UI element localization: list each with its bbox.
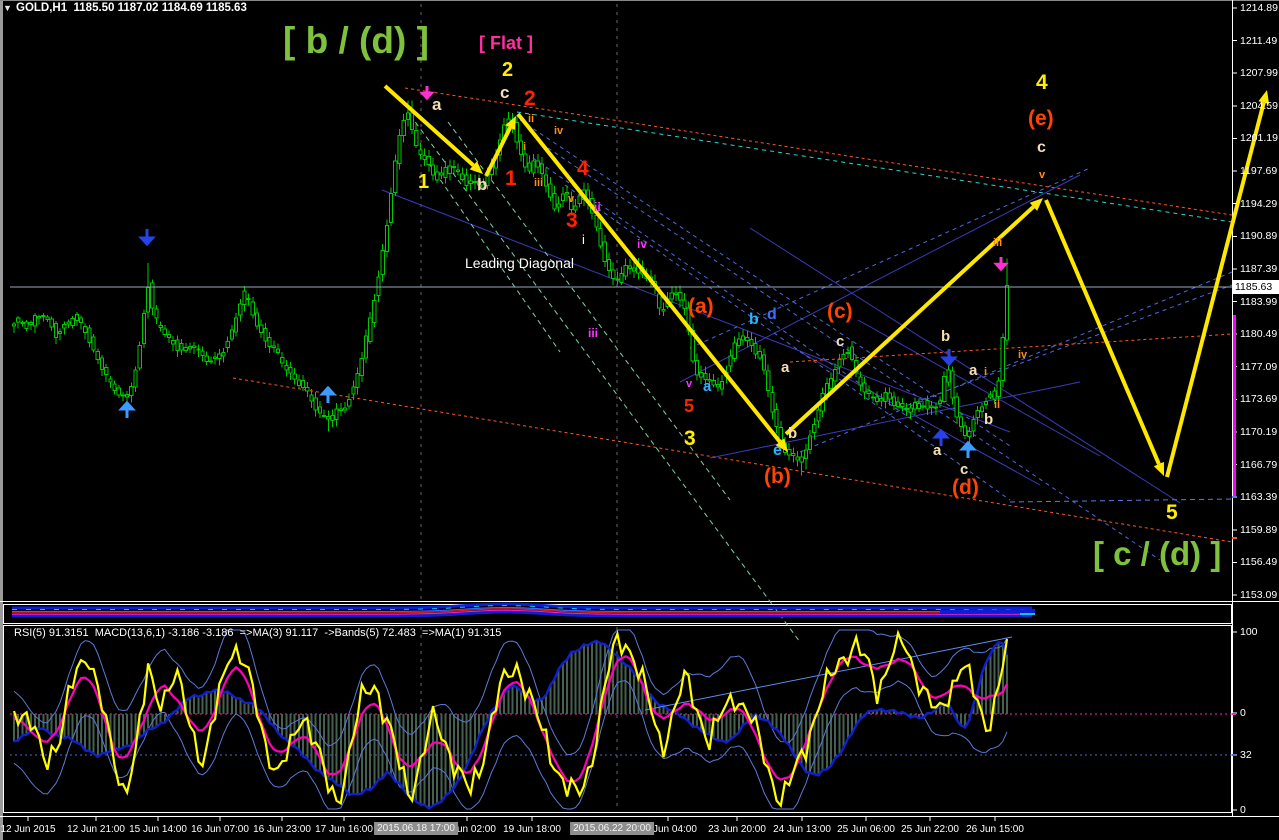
chart-window: [ b / (d) ][ Flat ] 2 c 2 a ii iv i 4 1 b 1 iii v ii 3 i…: [0, 0, 1279, 840]
indicator-info-text: RSI(5) 91.3151 MACD(13,6,1) -3.186 -3.18…: [14, 627, 502, 639]
ohlc-values: 1185.50 1187.02 1184.69 1185.63: [73, 2, 247, 14]
symbol-period: GOLD,H1: [16, 2, 68, 14]
chart-canvas[interactable]: [0, 0, 1279, 840]
chart-title: GOLD,H1 1185.50 1187.02 1184.69 1185.63: [16, 2, 247, 14]
chart-menu-arrow-icon[interactable]: ▼: [3, 3, 12, 13]
current-price-badge: 1185.63: [1233, 280, 1279, 294]
